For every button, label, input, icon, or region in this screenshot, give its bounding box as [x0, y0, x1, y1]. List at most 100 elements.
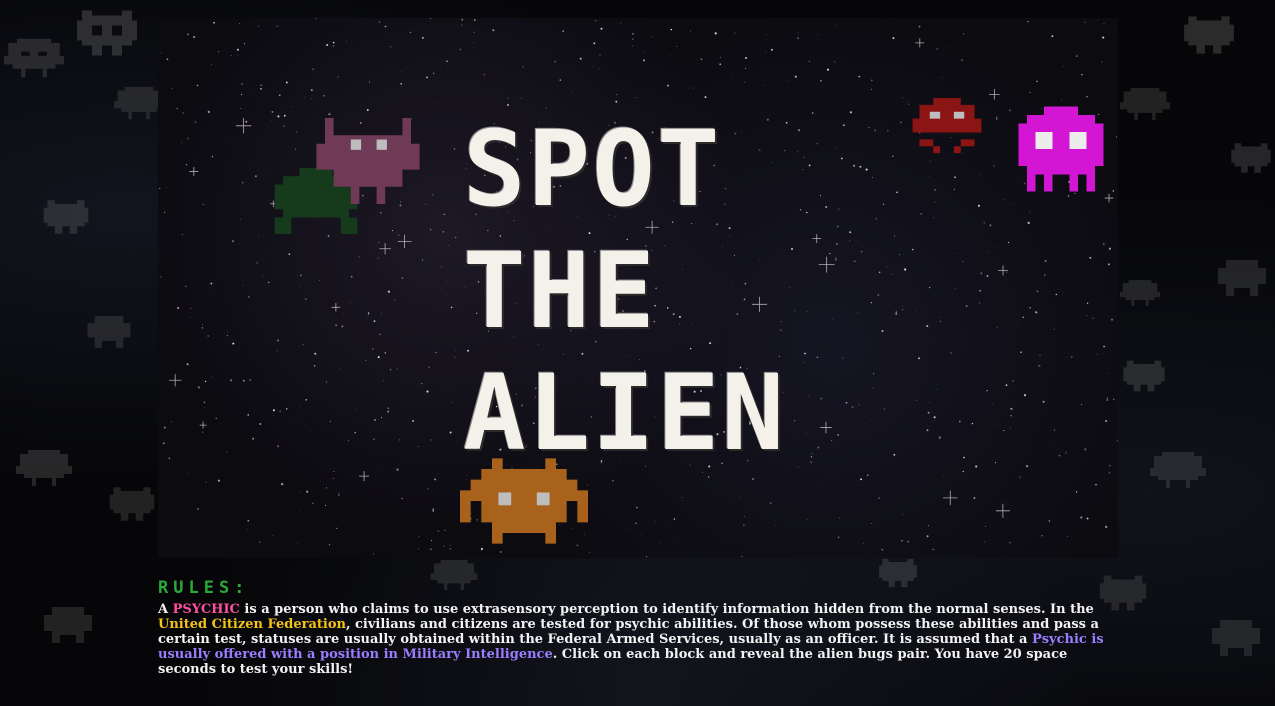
- star: [902, 97, 903, 99]
- star: [986, 390, 988, 392]
- star: [454, 356, 456, 359]
- star: [384, 25, 387, 28]
- star: [437, 530, 440, 532]
- star: [271, 110, 274, 113]
- star: [863, 542, 865, 544]
- star: [304, 97, 306, 99]
- star: [417, 446, 419, 447]
- star: [315, 18, 317, 20]
- bg-alien-icon: [4, 38, 64, 78]
- star: [811, 112, 814, 114]
- star: [902, 305, 904, 307]
- star: [881, 549, 883, 551]
- star: [1042, 400, 1045, 403]
- star: [858, 75, 861, 78]
- star: [193, 36, 196, 39]
- star: [803, 156, 805, 159]
- star: [243, 265, 245, 267]
- star: [797, 150, 799, 152]
- star: [203, 407, 205, 408]
- star: [631, 38, 634, 41]
- star: [926, 429, 929, 432]
- star: [934, 420, 935, 422]
- bg-alien-icon: [1123, 360, 1165, 392]
- star: [450, 419, 452, 421]
- star: [499, 551, 502, 553]
- star: [1110, 318, 1114, 321]
- star: [328, 113, 331, 116]
- star: [211, 64, 213, 66]
- star: [242, 182, 244, 184]
- star: [842, 253, 843, 255]
- star: [1005, 384, 1008, 386]
- star: [391, 230, 394, 232]
- star: [635, 97, 636, 99]
- star: [980, 272, 983, 275]
- star: [995, 118, 998, 120]
- star: [1027, 450, 1029, 451]
- star: [285, 81, 288, 84]
- star: [672, 543, 674, 544]
- star: [568, 38, 570, 40]
- star: [1055, 293, 1058, 296]
- star: [215, 417, 217, 420]
- star: [1004, 407, 1006, 409]
- star: [247, 519, 250, 522]
- star: [928, 286, 931, 289]
- star: [788, 80, 790, 82]
- star: [434, 478, 437, 481]
- star: [950, 351, 953, 355]
- star: [592, 65, 594, 67]
- federation-highlight: United Citizen Federation: [158, 617, 346, 632]
- star: [1062, 65, 1064, 67]
- star: [335, 324, 338, 327]
- title-line-3: ALIEN: [463, 352, 787, 474]
- star: [793, 419, 796, 422]
- star: [236, 48, 239, 51]
- star: [430, 539, 433, 542]
- star: [387, 290, 390, 293]
- star: [1065, 452, 1067, 454]
- star: [347, 439, 349, 441]
- star: [437, 101, 439, 103]
- star: [953, 188, 956, 191]
- star: [733, 32, 736, 34]
- star: [304, 423, 306, 425]
- star: [682, 477, 684, 479]
- rose-alien-icon: [316, 118, 420, 204]
- sparkle-star: [169, 374, 182, 387]
- star: [1086, 517, 1089, 520]
- star: [338, 492, 340, 495]
- star: [422, 37, 424, 39]
- star: [211, 156, 214, 158]
- star: [1106, 397, 1109, 399]
- star: [802, 169, 804, 170]
- star: [858, 404, 860, 406]
- star: [225, 137, 227, 139]
- star: [886, 370, 887, 371]
- star: [977, 224, 978, 226]
- star: [797, 466, 799, 468]
- star: [745, 56, 747, 59]
- star: [926, 436, 928, 438]
- star: [854, 260, 856, 262]
- star: [632, 33, 634, 35]
- star: [692, 87, 695, 89]
- star: [1102, 243, 1105, 246]
- star: [366, 108, 369, 112]
- star: [916, 399, 918, 401]
- star: [272, 535, 274, 536]
- star: [426, 390, 429, 393]
- star: [631, 45, 633, 47]
- star: [333, 470, 335, 472]
- star: [377, 257, 379, 259]
- star: [978, 302, 981, 304]
- star: [1043, 274, 1046, 276]
- star: [806, 311, 808, 312]
- star: [302, 343, 304, 346]
- star: [400, 82, 403, 85]
- star: [448, 244, 450, 246]
- star: [942, 494, 944, 495]
- sparkle-star: [235, 118, 252, 134]
- star: [842, 124, 845, 127]
